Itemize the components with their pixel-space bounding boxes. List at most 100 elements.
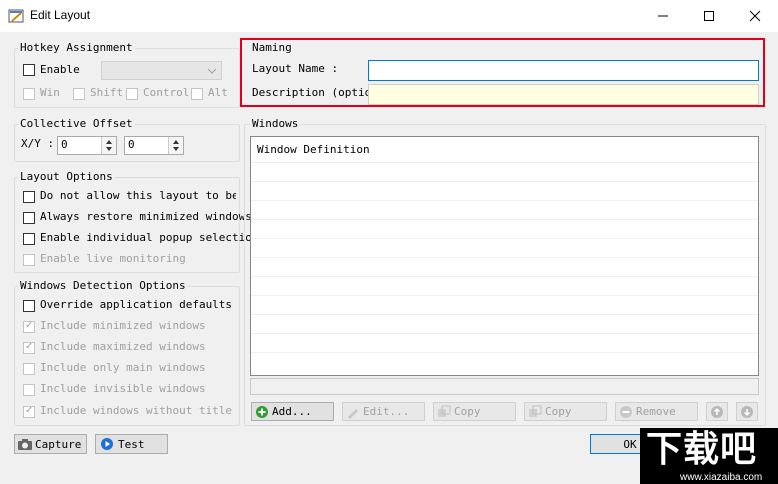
modifier-win-label: Win: [40, 86, 60, 99]
always-restore-label: Always restore minimized windows: [40, 210, 252, 223]
watermark-text: 下载吧: [646, 429, 758, 470]
modifier-alt-checkbox[interactable]: [191, 88, 203, 100]
ok-label: OK: [623, 437, 637, 451]
arrow-up-icon: [711, 405, 723, 418]
include-invisible-label: Include invisible windows: [40, 382, 206, 395]
offset-x-input[interactable]: 0: [57, 136, 117, 155]
window-title: Edit Layout: [30, 8, 91, 22]
list-row-divider: [251, 257, 758, 258]
capture-button[interactable]: Capture: [14, 434, 87, 454]
individual-popup-checkbox[interactable]: [23, 233, 35, 245]
hotkey-enable-label: Enable: [40, 63, 80, 76]
copy-label-2: Copy: [545, 405, 572, 418]
include-minimized-checkbox[interactable]: [23, 320, 35, 333]
add-label: Add...: [272, 405, 312, 418]
close-icon: [749, 10, 761, 22]
list-row-divider: [251, 295, 758, 296]
modifier-control-checkbox[interactable]: [126, 88, 138, 100]
list-row-divider: [251, 219, 758, 220]
hotkey-select[interactable]: [101, 61, 222, 80]
offset-label: X/Y :: [21, 137, 55, 150]
offset-legend: Collective Offset: [18, 117, 135, 130]
layout-name-label: Layout Name :: [252, 62, 339, 75]
include-minimized-label: Include minimized windows: [40, 319, 206, 332]
window-list[interactable]: Window Definition: [250, 136, 759, 376]
offset-x-spinner[interactable]: [101, 137, 116, 154]
include-maximized-label: Include maximized windows: [40, 340, 206, 353]
copy-button-2[interactable]: Copy: [524, 402, 607, 421]
edit-pencil-icon: [348, 408, 358, 419]
list-row-divider: [251, 162, 758, 163]
do-not-allow-label: Do not allow this layout to be ap: [40, 189, 236, 202]
list-row-divider: [251, 314, 758, 315]
modifier-shift-checkbox[interactable]: [73, 88, 85, 100]
hotkey-legend: Hotkey Assignment: [18, 41, 135, 54]
copy-icon: [438, 405, 451, 417]
spin-arrows-icon: [173, 140, 179, 151]
remove-button[interactable]: Remove: [615, 402, 698, 421]
capture-label: Capture: [35, 437, 82, 451]
offset-y-input[interactable]: 0: [124, 136, 184, 155]
test-label: Test: [118, 437, 145, 451]
play-icon: [101, 438, 113, 450]
edit-label: Edit...: [363, 405, 410, 418]
app-icon: [8, 9, 24, 23]
modifier-control-label: Control: [143, 86, 190, 99]
list-row-divider: [251, 200, 758, 201]
minimize-icon: [658, 15, 668, 17]
move-up-button[interactable]: [706, 402, 728, 421]
include-main-only-checkbox[interactable]: [23, 363, 35, 375]
always-restore-checkbox[interactable]: [23, 212, 35, 224]
list-row-divider: [251, 181, 758, 182]
modifier-shift-label: Shift: [90, 86, 124, 99]
copy-button-1[interactable]: Copy: [433, 402, 516, 421]
override-defaults-checkbox[interactable]: [23, 300, 35, 312]
window-definition-header: Window Definition: [257, 143, 370, 156]
list-row-divider: [251, 276, 758, 277]
add-icon: [256, 405, 268, 418]
windows-legend: Windows: [250, 117, 301, 130]
layout-options-legend: Layout Options: [18, 170, 115, 183]
include-no-title-checkbox[interactable]: [23, 405, 35, 418]
hotkey-enable-checkbox[interactable]: [23, 64, 35, 76]
maximize-icon: [704, 11, 714, 21]
remove-label: Remove: [636, 405, 676, 418]
override-defaults-label: Override application defaults: [40, 298, 233, 311]
horizontal-scrollbar[interactable]: [250, 378, 759, 395]
description-input[interactable]: [368, 84, 759, 105]
watermark-url: www.xiazaiba.com: [680, 472, 763, 483]
offset-y-spinner[interactable]: [168, 137, 183, 154]
arrow-down-icon: [741, 405, 753, 418]
offset-y-value: 0: [128, 138, 135, 151]
include-no-title-label: Include windows without title: [40, 404, 233, 417]
camera-icon: [18, 439, 32, 450]
include-main-only-label: Include only main windows: [40, 361, 206, 374]
close-button[interactable]: [732, 0, 778, 32]
copy-label-1: Copy: [454, 405, 481, 418]
test-button[interactable]: Test: [95, 434, 168, 454]
modifier-win-checkbox[interactable]: [23, 88, 35, 100]
maximize-button[interactable]: [686, 0, 732, 32]
edit-button[interactable]: Edit...: [342, 402, 425, 421]
list-row-divider: [251, 333, 758, 334]
move-down-button[interactable]: [736, 402, 758, 421]
detection-legend: Windows Detection Options: [18, 279, 188, 292]
remove-icon: [620, 405, 632, 418]
list-row-divider: [251, 238, 758, 239]
live-monitoring-checkbox[interactable]: [23, 254, 35, 266]
spin-arrows-icon: [106, 140, 112, 151]
include-invisible-checkbox[interactable]: [23, 384, 35, 396]
offset-x-value: 0: [61, 138, 68, 151]
minimize-button[interactable]: [640, 0, 686, 32]
include-maximized-checkbox[interactable]: [23, 341, 35, 354]
live-monitoring-label: Enable live monitoring: [40, 252, 186, 265]
add-button[interactable]: Add...: [251, 402, 334, 421]
individual-popup-label: Enable individual popup selection: [40, 231, 259, 244]
chevron-down-icon: [207, 68, 217, 74]
do-not-allow-checkbox[interactable]: [23, 191, 35, 203]
watermark-logo: 下载吧 www.xiazaiba.com: [640, 428, 778, 484]
modifier-alt-label: Alt: [208, 86, 228, 99]
list-row-divider: [251, 352, 758, 353]
naming-legend: Naming: [250, 41, 294, 54]
layout-name-input[interactable]: [368, 60, 759, 81]
